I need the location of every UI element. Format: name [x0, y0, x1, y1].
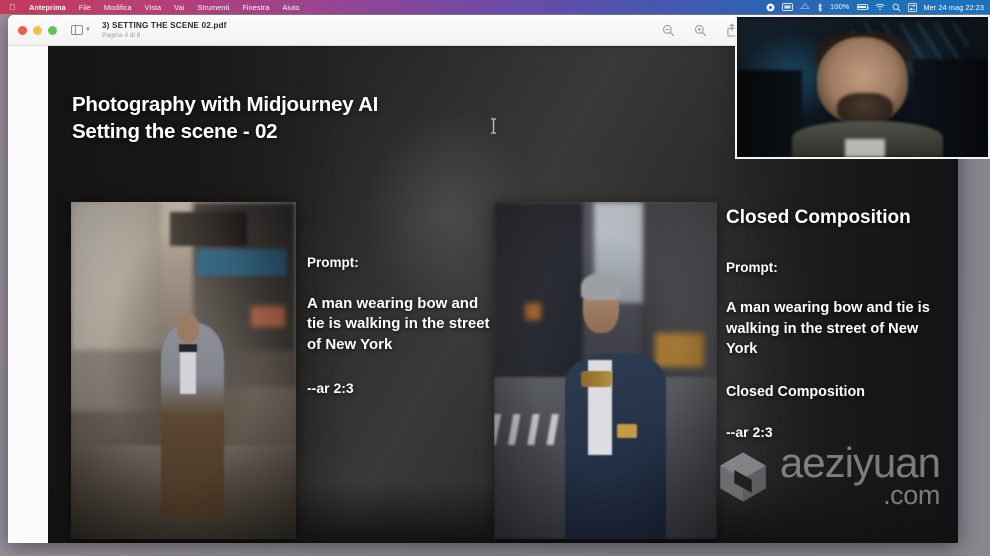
slide-title-line-1: Photography with Midjourney AI — [72, 93, 379, 116]
apple-menu-icon[interactable]:  — [0, 3, 22, 12]
menu-item-file[interactable]: File — [72, 3, 97, 12]
battery-percent-label: 100% — [829, 2, 850, 12]
text-cursor-icon — [491, 118, 496, 134]
chevron-down-icon[interactable]: ▼ — [85, 27, 91, 33]
record-icon[interactable] — [766, 3, 775, 12]
menu-item-vista[interactable]: Vista — [138, 3, 168, 12]
zoom-button[interactable] — [48, 25, 57, 35]
sidebar-toggle-button[interactable]: ▼ — [71, 24, 91, 36]
sidebar-icon — [71, 24, 83, 36]
right-prompt-text: A man wearing bow and tie is walking in … — [726, 300, 930, 358]
middle-prompt-label: Prompt: — [307, 255, 359, 270]
window-traffic-lights[interactable] — [8, 25, 57, 35]
menu-item-modifica[interactable]: Modifica — [97, 3, 138, 12]
wifi-icon[interactable] — [875, 3, 885, 11]
battery-icon[interactable] — [856, 4, 869, 10]
menu-item-vai[interactable]: Vai — [168, 3, 191, 12]
page-indicator: Pagina 4 di 8 — [101, 31, 141, 39]
slide-title: Photography with Midjourney AI Setting t… — [72, 91, 378, 145]
close-button[interactable] — [18, 25, 27, 35]
spotlight-search-icon[interactable] — [892, 3, 901, 12]
middle-text-column: Prompt: A man wearing bow and tie is wal… — [307, 255, 492, 396]
aeziyuan-cube-logo — [720, 452, 766, 502]
presenter-webcam-overlay[interactable] — [735, 15, 990, 159]
document-title: 3) SETTING THE SCENE 02.pdf — [101, 20, 227, 30]
display-icon[interactable] — [782, 3, 793, 11]
airplay-icon[interactable] — [800, 3, 810, 11]
slide-title-line-2: Setting the scene - 02 — [72, 120, 278, 144]
right-text-column: Closed Composition Prompt: A man wearing… — [726, 206, 941, 440]
document-info: 3) SETTING THE SCENE 02.pdf Pagina 4 di … — [102, 21, 227, 39]
right-heading: Closed Composition — [726, 207, 911, 228]
watermark-name: aeziyuan — [779, 439, 941, 487]
right-aspect-ratio: --ar 2:3 — [726, 423, 773, 440]
macos-menu-bar[interactable]:  Anteprima File Modifica Vista Vai Stru… — [0, 0, 990, 14]
bluetooth-icon[interactable] — [817, 2, 823, 12]
zoom-in-icon[interactable] — [694, 24, 707, 37]
right-modifier-text: Closed Composition — [726, 383, 865, 400]
menu-item-aiuto[interactable]: Aiuto — [276, 3, 306, 12]
menu-item-finestra[interactable]: Finestra — [236, 3, 276, 12]
control-center-icon[interactable] — [907, 2, 917, 12]
minimize-button[interactable] — [33, 25, 42, 35]
middle-aspect-ratio: --ar 2:3 — [307, 380, 354, 397]
toolbar-actions[interactable] — [662, 23, 738, 37]
menubar-clock[interactable]: Mer 24 mag 22:23 — [924, 3, 985, 12]
middle-prompt-text: A man wearing bow and tie is walking in … — [307, 295, 490, 353]
right-prompt-label: Prompt: — [726, 260, 778, 276]
watermark-domain: .com — [883, 480, 940, 511]
open-composition-photo — [71, 202, 296, 539]
menu-item-anteprima[interactable]: Anteprima — [22, 3, 72, 12]
closed-composition-photo — [494, 202, 717, 539]
site-watermark: aeziyuan .com — [715, 439, 941, 511]
menu-item-strumenti[interactable]: Strumenti — [191, 3, 236, 12]
zoom-out-icon[interactable] — [662, 24, 675, 37]
